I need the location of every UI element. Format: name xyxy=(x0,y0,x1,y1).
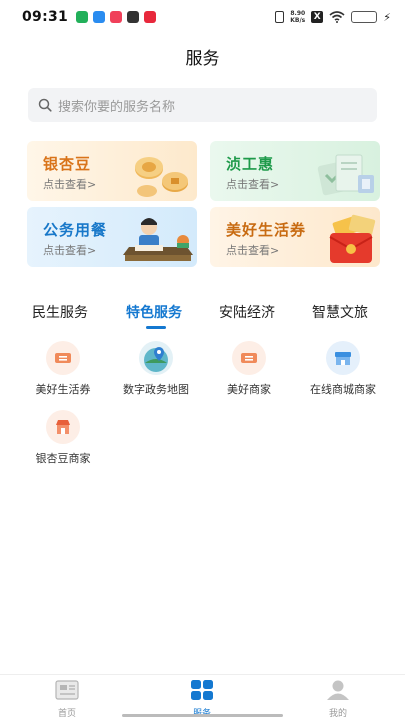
net-speed-value: 8.90 xyxy=(290,10,306,17)
search-placeholder: 搜索你要的服务名称 xyxy=(58,99,176,115)
search-input[interactable]: 搜索你要的服务名称 xyxy=(28,88,377,122)
banner-link: 点击查看> xyxy=(43,178,97,191)
tab-zhihui[interactable]: 智慧文旅 xyxy=(312,302,368,322)
app-icon-d xyxy=(127,11,140,23)
net-speed: 8.90 KB/s xyxy=(290,10,305,24)
banner-title: 美好生活券 xyxy=(226,221,307,239)
app-icon-b xyxy=(93,11,106,23)
nav-label: 服务 xyxy=(162,706,242,719)
banner-meihaoshenghuoquan[interactable]: 美好生活券 点击查看> xyxy=(210,207,380,267)
user-icon xyxy=(327,680,349,700)
nav-services[interactable]: 服务 xyxy=(162,679,242,719)
vibrate-icon xyxy=(275,11,285,23)
tab-tese[interactable]: 特色服务 xyxy=(126,302,182,322)
service-meihaoshenghuoquan[interactable]: 美好生活券 xyxy=(18,341,108,397)
status-indicators: 8.90 KB/s X ⚡ xyxy=(275,10,391,24)
service-label: 在线商城商家 xyxy=(310,383,376,396)
category-tabs: 民生服务 特色服务 安陆经济 智慧文旅 xyxy=(0,302,405,330)
banner-title: 银杏豆 xyxy=(43,155,92,173)
banner-title: 浈工惠 xyxy=(226,155,275,173)
grid-icon xyxy=(191,680,213,700)
active-tab-indicator xyxy=(146,326,166,329)
charging-icon: ⚡ xyxy=(383,10,391,24)
sim-status-icon: X xyxy=(311,11,324,23)
service-label: 美好商家 xyxy=(227,383,271,396)
banner-gongwuyongcan[interactable]: 公务用餐 点击查看> xyxy=(27,207,197,267)
search-icon xyxy=(38,98,52,112)
news-icon xyxy=(55,680,79,700)
service-label: 银杏豆商家 xyxy=(35,452,91,465)
nav-label: 首页 xyxy=(57,709,76,719)
service-shuzizhengwuditu[interactable]: 数字政务地图 xyxy=(111,341,201,397)
coupon-illustration xyxy=(329,214,376,263)
notification-icons xyxy=(76,11,157,23)
nav-home[interactable]: 首页 xyxy=(27,679,107,719)
app-icon-a xyxy=(76,11,89,23)
nav-label: 我的 xyxy=(328,709,347,719)
ticket-icon xyxy=(46,341,80,375)
banner-yinxingdou[interactable]: 银杏豆 点击查看> xyxy=(27,141,197,201)
status-time: 09:31 xyxy=(22,9,69,25)
home-indicator[interactable] xyxy=(122,714,283,717)
service-yinxingdoushangjia[interactable]: 银杏豆商家 xyxy=(18,410,108,466)
service-label: 数字政务地图 xyxy=(123,383,189,396)
battery-icon xyxy=(351,11,378,23)
service-zaixianshangchengshangjia[interactable]: 在线商城商家 xyxy=(298,341,388,397)
page-title: 服务 xyxy=(185,49,220,69)
wifi-icon xyxy=(329,11,345,23)
banner-link: 点击查看> xyxy=(226,178,280,191)
coins-illustration xyxy=(135,157,188,197)
banner-mingonghui[interactable]: 浈工惠 点击查看> xyxy=(210,141,380,201)
tab-anlu[interactable]: 安陆经济 xyxy=(219,302,275,322)
nav-profile[interactable]: 我的 xyxy=(298,679,378,719)
ticket-icon xyxy=(232,341,266,375)
banner-title: 公务用餐 xyxy=(43,221,108,239)
banner-link: 点击查看> xyxy=(226,244,280,257)
tab-minsheng[interactable]: 民生服务 xyxy=(32,302,88,322)
app-icon-c xyxy=(110,11,123,23)
service-meihaoshangjia[interactable]: 美好商家 xyxy=(204,341,294,397)
map-pin-icon xyxy=(139,341,173,375)
app-icon-e xyxy=(144,11,157,23)
document-illustration xyxy=(317,154,374,196)
net-speed-unit: KB/s xyxy=(290,17,306,24)
banner-link: 点击查看> xyxy=(43,244,97,257)
status-bar: 09:31 8.90 KB/s X ⚡ xyxy=(0,0,405,34)
service-label: 美好生活券 xyxy=(35,383,91,396)
shop-icon xyxy=(326,341,360,375)
dining-illustration xyxy=(123,218,193,261)
store-icon xyxy=(46,410,80,444)
